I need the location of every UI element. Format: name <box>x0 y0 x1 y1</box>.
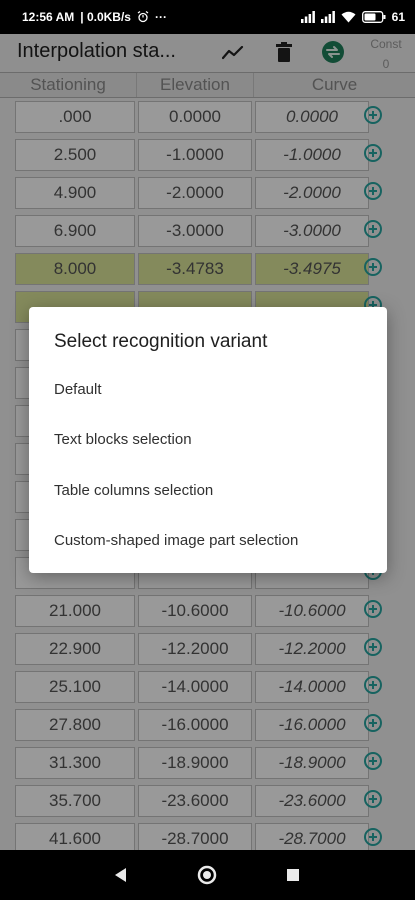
status-net-speed: | 0.0KB/s <box>80 10 131 24</box>
dialog-title: Select recognition variant <box>54 331 268 352</box>
option-default[interactable]: Default <box>29 365 387 415</box>
wifi-icon <box>341 11 356 23</box>
battery-icon <box>361 11 386 23</box>
option-text-blocks-selection[interactable]: Text blocks selection <box>29 415 387 465</box>
recents-icon <box>287 869 299 881</box>
back-button[interactable] <box>96 850 146 900</box>
alarm-icon <box>137 11 149 23</box>
system-nav-bar <box>0 850 415 900</box>
option-table-columns-selection[interactable]: Table columns selection <box>29 466 387 516</box>
signal-icon-2 <box>320 11 335 23</box>
option-custom-shaped-image-part-selection[interactable]: Custom-shaped image part selection <box>29 516 387 566</box>
app-screen: Interpolation sta... Const 0 Stationing … <box>0 34 415 850</box>
home-button[interactable] <box>182 850 232 900</box>
status-left: 12:56 AM | 0.0KB/s ··· <box>22 10 167 24</box>
status-right: 61 <box>300 10 405 24</box>
status-bar: 12:56 AM | 0.0KB/s ··· 61 <box>0 0 415 34</box>
status-time: 12:56 AM <box>22 10 75 24</box>
recognition-variant-dialog: Select recognition variant Default Text … <box>29 307 387 573</box>
status-more: ··· <box>154 10 167 24</box>
signal-icon <box>300 11 315 23</box>
back-icon <box>115 868 126 882</box>
battery-percent: 61 <box>391 10 405 24</box>
home-icon <box>197 865 217 885</box>
recents-button[interactable] <box>268 850 318 900</box>
